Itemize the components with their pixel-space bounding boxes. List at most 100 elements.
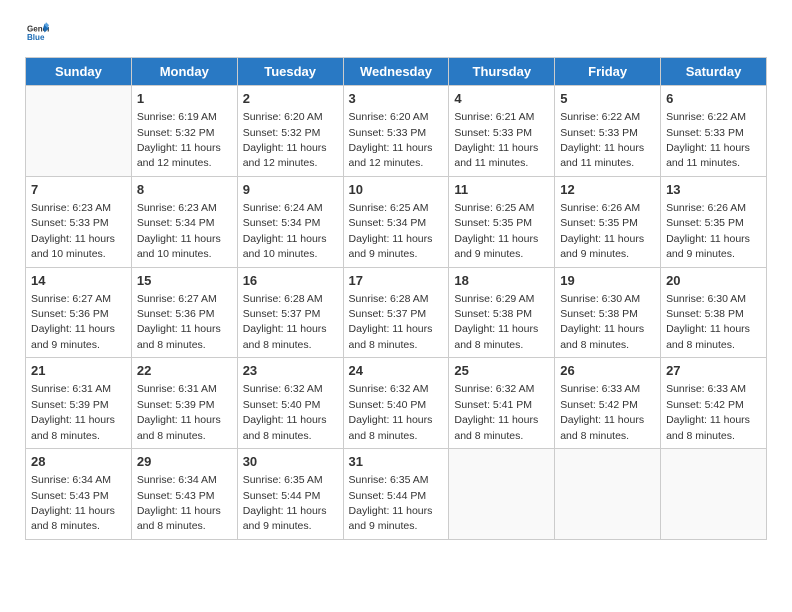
day-header-tuesday: Tuesday	[237, 58, 343, 86]
calendar-cell: 9 Sunrise: 6:24 AM Sunset: 5:34 PM Dayli…	[237, 176, 343, 267]
day-number: 15	[137, 272, 232, 290]
day-info: Sunrise: 6:30 AM Sunset: 5:38 PM Dayligh…	[666, 293, 750, 351]
day-info: Sunrise: 6:35 AM Sunset: 5:44 PM Dayligh…	[243, 474, 327, 532]
calendar-cell: 27 Sunrise: 6:33 AM Sunset: 5:42 PM Dayl…	[661, 358, 767, 449]
day-header-monday: Monday	[131, 58, 237, 86]
calendar-cell: 12 Sunrise: 6:26 AM Sunset: 5:35 PM Dayl…	[555, 176, 661, 267]
day-info: Sunrise: 6:24 AM Sunset: 5:34 PM Dayligh…	[243, 202, 327, 260]
calendar-cell: 30 Sunrise: 6:35 AM Sunset: 5:44 PM Dayl…	[237, 449, 343, 540]
day-info: Sunrise: 6:22 AM Sunset: 5:33 PM Dayligh…	[560, 111, 644, 169]
day-info: Sunrise: 6:26 AM Sunset: 5:35 PM Dayligh…	[560, 202, 644, 260]
day-number: 6	[666, 90, 761, 108]
calendar-cell: 8 Sunrise: 6:23 AM Sunset: 5:34 PM Dayli…	[131, 176, 237, 267]
svg-text:Blue: Blue	[27, 33, 45, 42]
day-info: Sunrise: 6:31 AM Sunset: 5:39 PM Dayligh…	[31, 383, 115, 441]
calendar-cell: 31 Sunrise: 6:35 AM Sunset: 5:44 PM Dayl…	[343, 449, 449, 540]
calendar-cell: 22 Sunrise: 6:31 AM Sunset: 5:39 PM Dayl…	[131, 358, 237, 449]
day-number: 14	[31, 272, 126, 290]
day-number: 17	[349, 272, 444, 290]
day-header-wednesday: Wednesday	[343, 58, 449, 86]
calendar-cell: 4 Sunrise: 6:21 AM Sunset: 5:33 PM Dayli…	[449, 86, 555, 177]
day-info: Sunrise: 6:25 AM Sunset: 5:34 PM Dayligh…	[349, 202, 433, 260]
day-number: 20	[666, 272, 761, 290]
calendar-cell: 14 Sunrise: 6:27 AM Sunset: 5:36 PM Dayl…	[26, 267, 132, 358]
day-info: Sunrise: 6:20 AM Sunset: 5:32 PM Dayligh…	[243, 111, 327, 169]
day-info: Sunrise: 6:31 AM Sunset: 5:39 PM Dayligh…	[137, 383, 221, 441]
day-info: Sunrise: 6:19 AM Sunset: 5:32 PM Dayligh…	[137, 111, 221, 169]
day-info: Sunrise: 6:27 AM Sunset: 5:36 PM Dayligh…	[137, 293, 221, 351]
calendar-week-row: 1 Sunrise: 6:19 AM Sunset: 5:32 PM Dayli…	[26, 86, 767, 177]
logo-icon: General Blue	[27, 20, 49, 42]
day-info: Sunrise: 6:28 AM Sunset: 5:37 PM Dayligh…	[349, 293, 433, 351]
day-number: 16	[243, 272, 338, 290]
day-info: Sunrise: 6:25 AM Sunset: 5:35 PM Dayligh…	[454, 202, 538, 260]
day-info: Sunrise: 6:28 AM Sunset: 5:37 PM Dayligh…	[243, 293, 327, 351]
day-number: 27	[666, 362, 761, 380]
calendar-cell: 24 Sunrise: 6:32 AM Sunset: 5:40 PM Dayl…	[343, 358, 449, 449]
day-number: 1	[137, 90, 232, 108]
calendar-cell: 19 Sunrise: 6:30 AM Sunset: 5:38 PM Dayl…	[555, 267, 661, 358]
calendar-cell	[555, 449, 661, 540]
calendar-cell: 13 Sunrise: 6:26 AM Sunset: 5:35 PM Dayl…	[661, 176, 767, 267]
day-header-friday: Friday	[555, 58, 661, 86]
calendar-cell: 16 Sunrise: 6:28 AM Sunset: 5:37 PM Dayl…	[237, 267, 343, 358]
calendar-table: SundayMondayTuesdayWednesdayThursdayFrid…	[25, 57, 767, 540]
calendar-week-row: 21 Sunrise: 6:31 AM Sunset: 5:39 PM Dayl…	[26, 358, 767, 449]
day-number: 29	[137, 453, 232, 471]
day-number: 9	[243, 181, 338, 199]
day-number: 13	[666, 181, 761, 199]
page-header: General Blue	[25, 20, 767, 47]
day-info: Sunrise: 6:32 AM Sunset: 5:40 PM Dayligh…	[243, 383, 327, 441]
day-number: 3	[349, 90, 444, 108]
day-info: Sunrise: 6:33 AM Sunset: 5:42 PM Dayligh…	[560, 383, 644, 441]
day-info: Sunrise: 6:23 AM Sunset: 5:33 PM Dayligh…	[31, 202, 115, 260]
calendar-cell: 17 Sunrise: 6:28 AM Sunset: 5:37 PM Dayl…	[343, 267, 449, 358]
logo: General Blue	[25, 20, 51, 47]
calendar-cell: 21 Sunrise: 6:31 AM Sunset: 5:39 PM Dayl…	[26, 358, 132, 449]
day-number: 21	[31, 362, 126, 380]
calendar-cell: 2 Sunrise: 6:20 AM Sunset: 5:32 PM Dayli…	[237, 86, 343, 177]
calendar-cell: 23 Sunrise: 6:32 AM Sunset: 5:40 PM Dayl…	[237, 358, 343, 449]
day-number: 30	[243, 453, 338, 471]
day-number: 31	[349, 453, 444, 471]
day-header-saturday: Saturday	[661, 58, 767, 86]
calendar-cell: 1 Sunrise: 6:19 AM Sunset: 5:32 PM Dayli…	[131, 86, 237, 177]
day-info: Sunrise: 6:35 AM Sunset: 5:44 PM Dayligh…	[349, 474, 433, 532]
day-info: Sunrise: 6:33 AM Sunset: 5:42 PM Dayligh…	[666, 383, 750, 441]
calendar-week-row: 14 Sunrise: 6:27 AM Sunset: 5:36 PM Dayl…	[26, 267, 767, 358]
day-number: 22	[137, 362, 232, 380]
calendar-cell: 28 Sunrise: 6:34 AM Sunset: 5:43 PM Dayl…	[26, 449, 132, 540]
day-number: 7	[31, 181, 126, 199]
day-info: Sunrise: 6:29 AM Sunset: 5:38 PM Dayligh…	[454, 293, 538, 351]
day-number: 8	[137, 181, 232, 199]
day-info: Sunrise: 6:32 AM Sunset: 5:41 PM Dayligh…	[454, 383, 538, 441]
calendar-cell	[661, 449, 767, 540]
day-info: Sunrise: 6:27 AM Sunset: 5:36 PM Dayligh…	[31, 293, 115, 351]
calendar-cell: 7 Sunrise: 6:23 AM Sunset: 5:33 PM Dayli…	[26, 176, 132, 267]
calendar-cell: 18 Sunrise: 6:29 AM Sunset: 5:38 PM Dayl…	[449, 267, 555, 358]
day-info: Sunrise: 6:34 AM Sunset: 5:43 PM Dayligh…	[137, 474, 221, 532]
day-info: Sunrise: 6:30 AM Sunset: 5:38 PM Dayligh…	[560, 293, 644, 351]
calendar-week-row: 28 Sunrise: 6:34 AM Sunset: 5:43 PM Dayl…	[26, 449, 767, 540]
calendar-cell: 10 Sunrise: 6:25 AM Sunset: 5:34 PM Dayl…	[343, 176, 449, 267]
day-info: Sunrise: 6:32 AM Sunset: 5:40 PM Dayligh…	[349, 383, 433, 441]
calendar-cell: 26 Sunrise: 6:33 AM Sunset: 5:42 PM Dayl…	[555, 358, 661, 449]
day-number: 10	[349, 181, 444, 199]
calendar-cell	[26, 86, 132, 177]
day-number: 11	[454, 181, 549, 199]
calendar-cell: 5 Sunrise: 6:22 AM Sunset: 5:33 PM Dayli…	[555, 86, 661, 177]
calendar-cell: 3 Sunrise: 6:20 AM Sunset: 5:33 PM Dayli…	[343, 86, 449, 177]
day-number: 24	[349, 362, 444, 380]
day-number: 23	[243, 362, 338, 380]
calendar-cell: 11 Sunrise: 6:25 AM Sunset: 5:35 PM Dayl…	[449, 176, 555, 267]
calendar-cell: 20 Sunrise: 6:30 AM Sunset: 5:38 PM Dayl…	[661, 267, 767, 358]
day-number: 28	[31, 453, 126, 471]
calendar-cell: 6 Sunrise: 6:22 AM Sunset: 5:33 PM Dayli…	[661, 86, 767, 177]
day-number: 19	[560, 272, 655, 290]
calendar-cell: 29 Sunrise: 6:34 AM Sunset: 5:43 PM Dayl…	[131, 449, 237, 540]
day-info: Sunrise: 6:22 AM Sunset: 5:33 PM Dayligh…	[666, 111, 750, 169]
day-header-sunday: Sunday	[26, 58, 132, 86]
day-info: Sunrise: 6:23 AM Sunset: 5:34 PM Dayligh…	[137, 202, 221, 260]
day-number: 4	[454, 90, 549, 108]
day-info: Sunrise: 6:21 AM Sunset: 5:33 PM Dayligh…	[454, 111, 538, 169]
